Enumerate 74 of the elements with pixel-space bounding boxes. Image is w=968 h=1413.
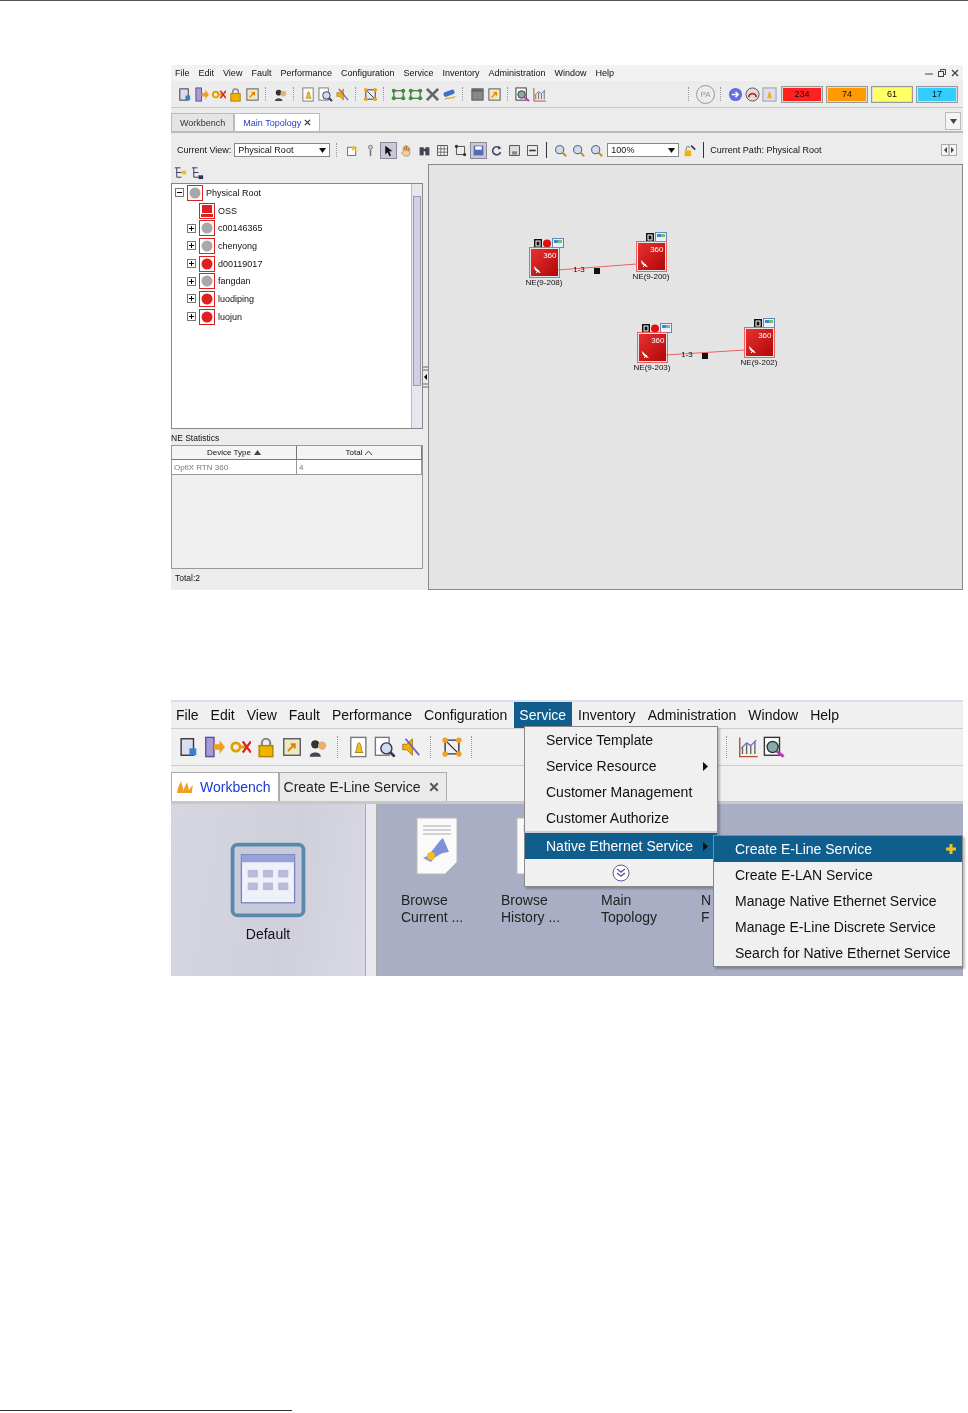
tree-item[interactable]: d00119017 <box>218 258 263 269</box>
launcher-label[interactable]: N F <box>701 892 712 926</box>
launcher-label[interactable]: Browse Current ... <box>401 892 464 926</box>
menu-item[interactable]: View <box>223 68 243 78</box>
menu-item[interactable]: Service <box>514 702 573 728</box>
menu-item[interactable]: Inventory <box>442 68 480 78</box>
column-header[interactable]: Total <box>297 446 422 459</box>
menu-item[interactable]: Fault <box>251 68 272 78</box>
network-device[interactable]: 360 <box>638 334 666 361</box>
total-count: Total:2 <box>174 572 202 585</box>
column-header[interactable]: Device Type <box>172 446 297 459</box>
network-device[interactable]: 360 <box>745 329 773 356</box>
menu-item[interactable]: Fault <box>283 702 326 728</box>
menu-item[interactable]: Inventory <box>573 702 642 728</box>
tree-item[interactable]: OSS <box>218 205 237 216</box>
tab[interactable]: Create E-Line Service <box>278 772 447 801</box>
network-device[interactable]: 360 <box>530 249 558 276</box>
launcher-label[interactable]: Browse History ... <box>501 892 561 926</box>
tree-item[interactable]: c00146365 <box>218 223 263 234</box>
node-label: NE(9-203) <box>633 363 671 372</box>
tile-label: Default <box>245 926 291 942</box>
node-label: NE(9-200) <box>632 272 670 281</box>
node-label: NE(9-202) <box>740 358 778 367</box>
menu-item[interactable]: Manage Native Ethernet Service <box>714 888 962 914</box>
menu-item[interactable]: Edit <box>205 702 241 728</box>
alarm-count[interactable]: 61 <box>872 86 912 102</box>
menu-item[interactable]: Window <box>743 702 805 728</box>
launcher-label[interactable]: Main Topology <box>601 892 658 926</box>
link-label: 1-3 <box>681 350 693 359</box>
menu-item[interactable]: Service Template <box>525 727 717 753</box>
menu-item[interactable]: Customer Management <box>525 779 717 805</box>
menu-item[interactable]: Create E-LAN Service <box>714 862 962 888</box>
tab[interactable]: Workbench <box>171 772 279 801</box>
menu-item[interactable]: Manage E-Line Discrete Service <box>714 914 962 940</box>
panel-title: NE Statistics <box>171 433 221 445</box>
menu-item[interactable]: Window <box>554 68 587 78</box>
table-cell: 4 <box>297 460 422 474</box>
tree-item[interactable]: luodiping <box>218 293 255 304</box>
tree-item[interactable]: luojun <box>218 311 243 322</box>
menu-item[interactable]: Edit <box>198 68 215 78</box>
tree-item[interactable]: chenyong <box>218 240 258 251</box>
workspace-tile[interactable]: Default <box>230 842 306 942</box>
alarm-count[interactable]: 74 <box>827 86 867 102</box>
menu-item[interactable]: Performance <box>280 68 332 78</box>
menu-item[interactable]: File <box>175 68 190 78</box>
current-path: Current Path: Physical Root <box>710 145 822 155</box>
menu-item[interactable]: Customer Authorize <box>525 805 717 831</box>
alarm-count[interactable]: 234 <box>782 86 822 102</box>
menu-item[interactable]: Administration <box>488 68 546 78</box>
menu-item[interactable]: Configuration <box>419 702 514 728</box>
tab[interactable]: Workbench <box>171 113 235 131</box>
menu-item[interactable]: File <box>171 702 205 728</box>
menu-item[interactable]: Help <box>805 702 845 728</box>
zoom-dropdown[interactable]: 100% <box>607 143 680 157</box>
node-label: NE(9-208) <box>525 278 563 287</box>
alarm-count[interactable]: 17 <box>917 86 957 102</box>
tab[interactable]: Main Topology <box>234 113 321 131</box>
menu-item[interactable]: Help <box>595 68 615 78</box>
link-label: 1-3 <box>573 265 585 274</box>
menu-item[interactable]: Native Ethernet Service <box>525 831 717 859</box>
table-cell: OptiX RTN 360 <box>172 460 297 474</box>
menu-item[interactable]: Service <box>403 68 434 78</box>
menu-item[interactable]: Create E-Line Service <box>714 836 962 862</box>
menu-item[interactable]: View <box>241 702 283 728</box>
menu-item[interactable]: Performance <box>326 702 419 728</box>
menu-item[interactable]: Service Resource <box>525 753 717 779</box>
tree-item[interactable]: fangdan <box>218 276 251 287</box>
menu-item[interactable]: Administration <box>642 702 743 728</box>
menu-item[interactable]: Search for Native Ethernet Service <box>714 940 962 966</box>
view-dropdown[interactable]: Physical Root <box>234 143 331 157</box>
network-device[interactable]: 360 <box>637 243 665 270</box>
tree-item[interactable]: Physical Root <box>206 187 262 198</box>
menu-item[interactable]: Configuration <box>340 68 395 78</box>
current-view-label: Current View: <box>177 145 232 155</box>
